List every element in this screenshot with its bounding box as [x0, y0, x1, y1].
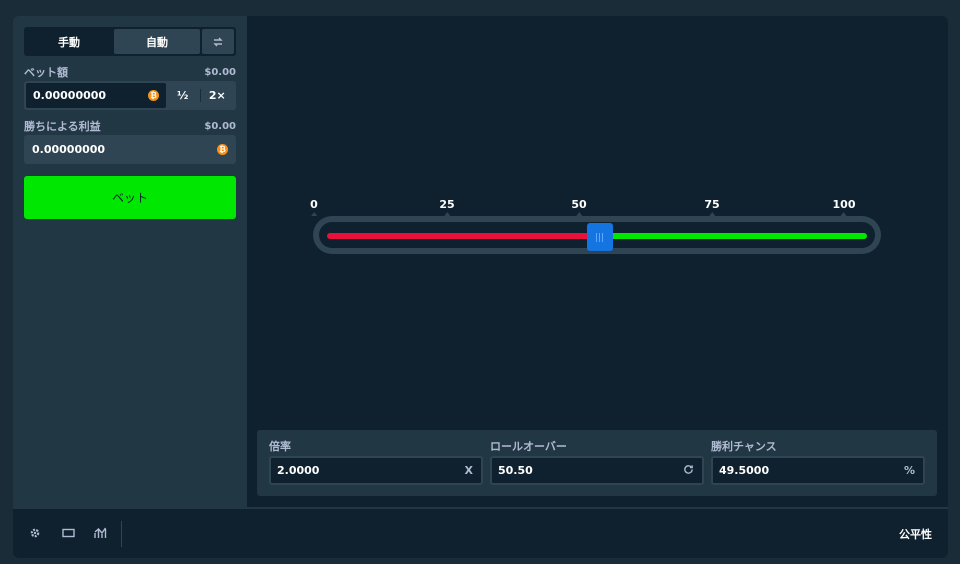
win-chance-value: 49.5000: [719, 464, 770, 477]
roll-over-value: 50.50: [498, 464, 533, 477]
slider-track[interactable]: [313, 216, 881, 254]
bet-amount-value: 0.00000000: [33, 89, 107, 102]
bet-amount-input[interactable]: 0.00000000 ₿: [26, 83, 166, 108]
multiplier-stat: 倍率 2.0000 X: [269, 438, 483, 496]
bet-amount-label: ベット額: [24, 66, 68, 79]
grip-line: [602, 232, 604, 242]
game-frame: 手動 自動 ベット額 $0.00 0.00000000 ₿ ½ 2× 勝ちによる…: [13, 16, 948, 558]
roll-over-stat: ロールオーバー 50.50: [490, 438, 704, 496]
win-range: [599, 233, 867, 239]
tab-auto[interactable]: 自動: [114, 29, 200, 54]
slider-thumb[interactable]: [586, 223, 613, 251]
bitcoin-icon: ₿: [217, 144, 228, 155]
multiplier-input[interactable]: 2.0000 X: [269, 456, 483, 485]
profit-field: 0.00000000 ₿: [24, 135, 236, 164]
bet-sidebar: 手動 自動 ベット額 $0.00 0.00000000 ₿ ½ 2× 勝ちによる…: [13, 16, 247, 507]
screen-icon[interactable]: [60, 525, 76, 541]
tick-label: 100: [832, 198, 856, 216]
game-area: 0 25 50 75 100 倍率 2.0000 X ロールオーバー 50.50…: [247, 16, 948, 507]
win-chance-label: 勝利チャンス: [711, 440, 777, 453]
bitcoin-icon: ₿: [148, 90, 159, 101]
mode-tabs: 手動 自動: [24, 27, 236, 56]
swap-button[interactable]: [202, 29, 234, 54]
tick-label: 75: [704, 198, 720, 216]
grip-line: [596, 232, 598, 242]
profit-label-row: 勝ちによる利益 $0.00: [24, 119, 236, 133]
bet-amount-usd: $0.00: [204, 66, 236, 78]
win-chance-stat: 勝利チャンス 49.5000 %: [711, 438, 925, 496]
double-bet-button[interactable]: 2×: [201, 83, 235, 108]
roll-over-label: ロールオーバー: [490, 440, 567, 453]
multiplier-value: 2.0000: [277, 464, 320, 477]
multiplier-label: 倍率: [269, 440, 291, 453]
win-chance-input[interactable]: 49.5000 %: [711, 456, 925, 485]
bet-amount-label-row: ベット額 $0.00: [24, 65, 236, 79]
stats-icon[interactable]: [92, 525, 108, 541]
gear-icon[interactable]: [27, 525, 43, 541]
grip-line: [599, 232, 601, 242]
footer-bar: 公平性: [13, 507, 948, 558]
refresh-icon[interactable]: [683, 464, 694, 478]
profit-usd: $0.00: [204, 120, 236, 132]
multiplier-suffix: X: [464, 464, 473, 477]
tick-label: 0: [310, 198, 318, 216]
dice-slider: 0 25 50 75 100: [310, 198, 883, 258]
tab-manual[interactable]: 手動: [26, 29, 112, 54]
fairness-link[interactable]: 公平性: [899, 526, 932, 542]
roll-over-input[interactable]: 50.50: [490, 456, 704, 485]
profit-label: 勝ちによる利益: [24, 120, 101, 133]
tick-label: 50: [571, 198, 587, 216]
slider-track-inner: [319, 222, 875, 251]
profit-value: 0.00000000: [32, 143, 106, 156]
lose-range: [327, 233, 600, 239]
tick-label: 25: [439, 198, 455, 216]
divider: [121, 521, 122, 547]
half-bet-button[interactable]: ½: [166, 83, 200, 108]
swap-icon: [213, 37, 223, 46]
bet-button[interactable]: ベット: [24, 176, 236, 219]
win-chance-suffix: %: [903, 464, 915, 477]
bet-amount-row: 0.00000000 ₿ ½ 2×: [24, 81, 236, 110]
stats-panel: 倍率 2.0000 X ロールオーバー 50.50 勝利チャンス 49.5000…: [257, 430, 937, 496]
